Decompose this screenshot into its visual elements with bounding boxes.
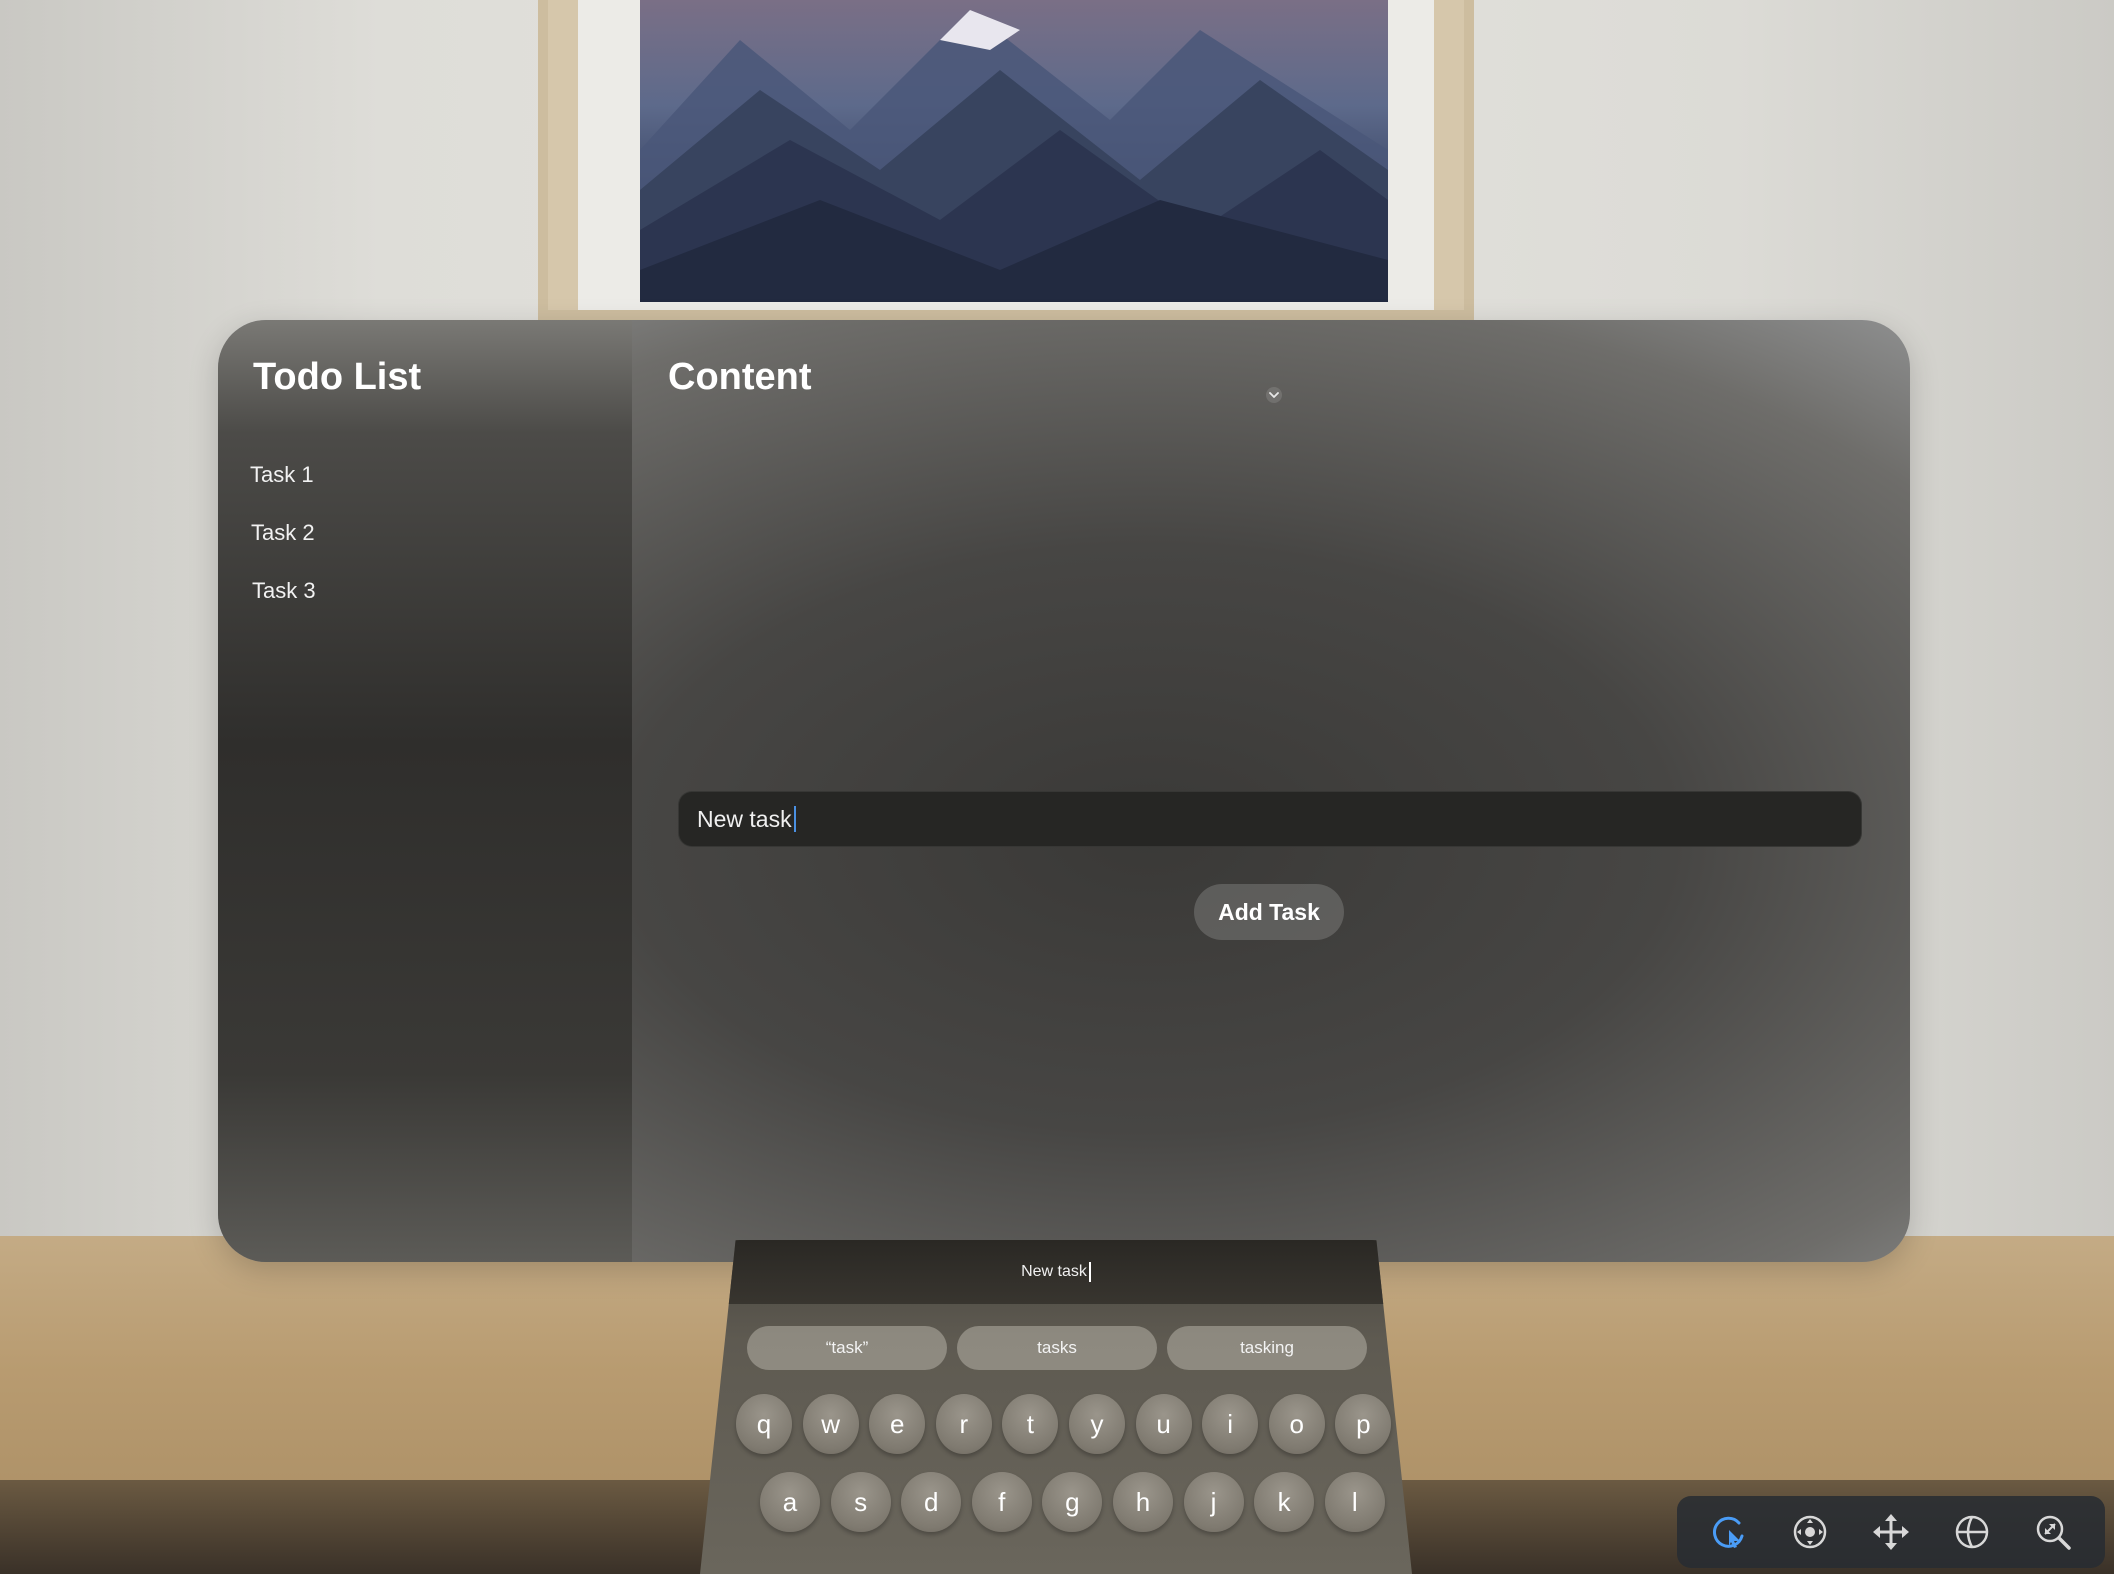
- simulator-toolbar: [1677, 1496, 2105, 1568]
- sidebar-item-label: Task 3: [252, 578, 316, 603]
- key-h[interactable]: h: [1112, 1472, 1173, 1532]
- zoom-icon: [2036, 1515, 2071, 1550]
- text-caret: [1088, 1262, 1091, 1282]
- move-tool-button[interactable]: [1863, 1504, 1919, 1560]
- add-task-button[interactable]: Add Task: [1194, 884, 1344, 940]
- mountain-artwork: [640, 0, 1388, 302]
- globe-icon: [1955, 1515, 1989, 1549]
- sidebar-item-task-1[interactable]: Task 1: [250, 446, 590, 504]
- keyboard-row-2: a s d f g h j k l: [760, 1472, 1395, 1532]
- key-e[interactable]: e: [869, 1394, 926, 1454]
- text-caret: [793, 806, 796, 832]
- sidebar: Todo List Task 1 Task 2 Task 3: [218, 320, 632, 1262]
- key-j[interactable]: j: [1183, 1472, 1244, 1532]
- virtual-keyboard: New task “task” tasks tasking q w e r t …: [700, 1240, 1412, 1574]
- sidebar-item-task-3[interactable]: Task 3: [252, 562, 592, 620]
- pointer-icon: [1713, 1516, 1744, 1548]
- new-task-input[interactable]: New task: [678, 791, 1862, 847]
- zoom-tool-button[interactable]: [2025, 1504, 2081, 1560]
- key-y[interactable]: y: [1068, 1394, 1125, 1454]
- todo-app-window: Todo List Task 1 Task 2 Task 3 Content N…: [218, 320, 1910, 1262]
- key-s[interactable]: s: [830, 1472, 891, 1532]
- key-r[interactable]: r: [935, 1394, 992, 1454]
- keyboard-row-1: q w e r t y u i o p: [736, 1394, 1402, 1454]
- suggestion-button[interactable]: tasking: [1167, 1326, 1367, 1370]
- key-d[interactable]: d: [901, 1472, 962, 1532]
- key-a[interactable]: a: [760, 1472, 820, 1532]
- keyboard-suggestions: “task” tasks tasking: [747, 1326, 1367, 1370]
- chevron-down-icon[interactable]: [1263, 384, 1285, 406]
- keyboard-text-preview: New task: [700, 1240, 1412, 1304]
- key-o[interactable]: o: [1268, 1394, 1325, 1454]
- page-title: Content: [668, 356, 812, 398]
- key-l[interactable]: l: [1324, 1472, 1385, 1532]
- target-tool-button[interactable]: [1782, 1504, 1838, 1560]
- key-w[interactable]: w: [802, 1394, 859, 1454]
- new-task-input-value: New task: [697, 805, 792, 832]
- keyboard-preview-text: New task: [1021, 1263, 1087, 1280]
- key-t[interactable]: t: [1002, 1394, 1059, 1454]
- sidebar-item-label: Task 1: [250, 462, 314, 487]
- move-arrows-icon: [1872, 1514, 1909, 1550]
- suggestion-button[interactable]: “task”: [747, 1326, 947, 1370]
- target-icon: [1793, 1515, 1827, 1549]
- sidebar-item-task-2[interactable]: Task 2: [251, 504, 591, 562]
- key-f[interactable]: f: [971, 1472, 1032, 1532]
- suggestion-button[interactable]: tasks: [957, 1326, 1157, 1370]
- sidebar-title: Todo List: [253, 356, 422, 398]
- orbit-tool-button[interactable]: [1944, 1504, 2000, 1560]
- key-p[interactable]: p: [1335, 1394, 1392, 1454]
- key-k[interactable]: k: [1254, 1472, 1315, 1532]
- sidebar-item-label: Task 2: [251, 520, 315, 545]
- pointer-tool-button[interactable]: [1701, 1504, 1757, 1560]
- key-q[interactable]: q: [736, 1394, 792, 1454]
- key-g[interactable]: g: [1042, 1472, 1103, 1532]
- key-u[interactable]: u: [1135, 1394, 1192, 1454]
- key-i[interactable]: i: [1202, 1394, 1259, 1454]
